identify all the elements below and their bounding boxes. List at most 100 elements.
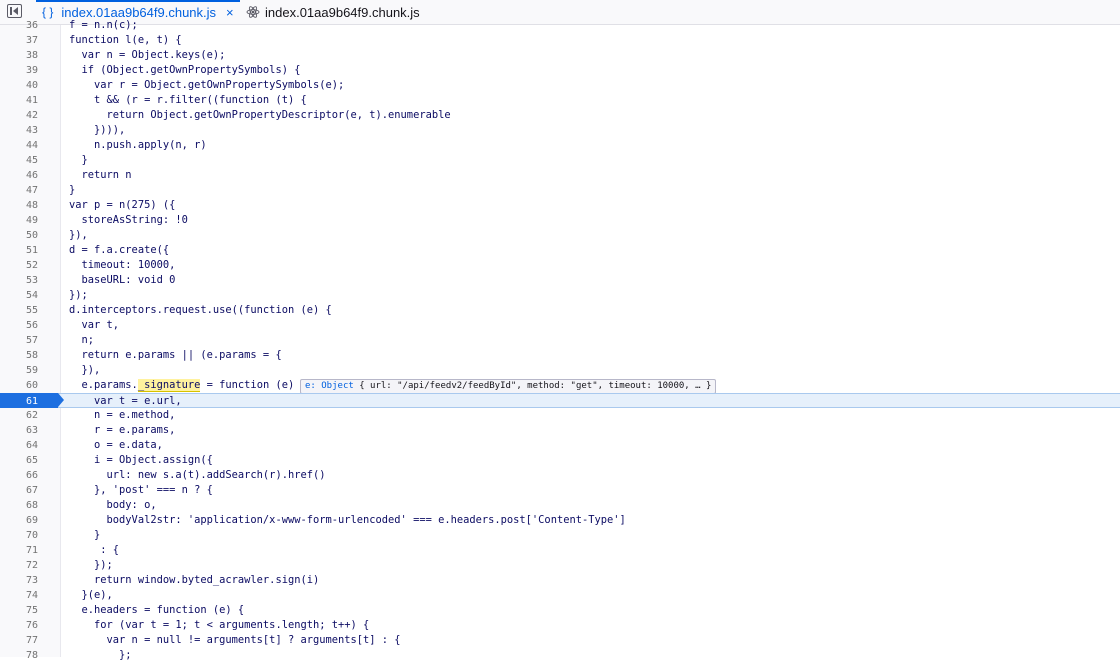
code-line[interactable]: 55 d.interceptors.request.use((function (… <box>0 303 1120 318</box>
code-line[interactable]: 54}); <box>0 288 1120 303</box>
line-number[interactable]: 47 <box>0 183 38 198</box>
line-number[interactable]: 63 <box>0 423 38 438</box>
code-line[interactable]: 76 for (var t = 1; t < arguments.length;… <box>0 618 1120 633</box>
line-number[interactable]: 44 <box>0 138 38 153</box>
code-line[interactable]: 69 bodyVal2str: 'application/x-www-form-… <box>0 513 1120 528</box>
code-line[interactable]: 37 function l(e, t) { <box>0 33 1120 48</box>
code-line[interactable]: 67 }, 'post' === n ? { <box>0 483 1120 498</box>
code-line[interactable]: 78 }; <box>0 648 1120 663</box>
code-text: var r = Object.getOwnPropertySymbols(e); <box>69 79 345 91</box>
line-number[interactable]: 53 <box>0 273 38 288</box>
code-line[interactable]: 62 n = e.method, <box>0 408 1120 423</box>
code-text: storeAsString: !0 <box>69 214 188 226</box>
code-text: } <box>69 184 76 196</box>
code-line[interactable]: 68 body: o, <box>0 498 1120 513</box>
code-line[interactable]: 47} <box>0 183 1120 198</box>
code-line[interactable]: 44 n.push.apply(n, r) <box>0 138 1120 153</box>
code-line[interactable]: 40 var r = Object.getOwnPropertySymbols(… <box>0 78 1120 93</box>
line-number[interactable]: 36 <box>0 18 38 33</box>
code-line[interactable]: 75 e.headers = function (e) { <box>0 603 1120 618</box>
code-line[interactable]: 49 storeAsString: !0 <box>0 213 1120 228</box>
code-line[interactable]: 51 d = f.a.create({ <box>0 243 1120 258</box>
code-line[interactable]: 46 return n <box>0 168 1120 183</box>
line-number[interactable]: 62 <box>0 408 38 423</box>
code-line[interactable]: 60 e.params._signature = function (e) {e… <box>0 378 1120 394</box>
code-line[interactable]: 65 i = Object.assign({ <box>0 453 1120 468</box>
code-line[interactable]: 41 t && (r = r.filter((function (t) { <box>0 93 1120 108</box>
highlighted-token[interactable]: _signature <box>137 379 201 392</box>
line-number[interactable]: 55 <box>0 303 38 318</box>
code-line[interactable]: 66 url: new s.a(t).addSearch(r).href() <box>0 468 1120 483</box>
code-line[interactable]: 48 var p = n(275) ({ <box>0 198 1120 213</box>
code-text: baseURL: void 0 <box>69 274 176 286</box>
code-line[interactable]: 63 r = e.params, <box>0 423 1120 438</box>
line-number[interactable]: 58 <box>0 348 38 363</box>
code-line[interactable]: 57 n; <box>0 333 1120 348</box>
line-number[interactable]: 64 <box>0 438 38 453</box>
line-number[interactable]: 60 <box>0 378 38 393</box>
code-line[interactable]: 36 f = n.n(c); <box>0 18 1120 33</box>
code-line[interactable]: 71 : { <box>0 543 1120 558</box>
line-number[interactable]: 46 <box>0 168 38 183</box>
line-number[interactable]: 75 <box>0 603 38 618</box>
line-number[interactable]: 41 <box>0 93 38 108</box>
code-line[interactable]: 74 }(e), <box>0 588 1120 603</box>
code-line[interactable]: 77 var n = null != arguments[t] ? argume… <box>0 633 1120 648</box>
line-number[interactable]: 52 <box>0 258 38 273</box>
line-number[interactable]: 48 <box>0 198 38 213</box>
line-number[interactable]: 43 <box>0 123 38 138</box>
line-number[interactable]: 61 <box>0 394 38 409</box>
code-line[interactable]: 43 }))), <box>0 123 1120 138</box>
inline-value-preview[interactable]: e: Object { url: "/api/feedv2/feedById",… <box>300 379 717 394</box>
line-number[interactable]: 76 <box>0 618 38 633</box>
code-line[interactable]: 58 return e.params || (e.params = { <box>0 348 1120 363</box>
toggle-sources-panel-icon[interactable] <box>7 4 22 18</box>
code-line[interactable]: 64 o = e.data, <box>0 438 1120 453</box>
code-line[interactable]: 72 }); <box>0 558 1120 573</box>
line-number[interactable]: 40 <box>0 78 38 93</box>
line-number[interactable]: 38 <box>0 48 38 63</box>
line-number[interactable]: 51 <box>0 243 38 258</box>
code-line[interactable]: 52 timeout: 10000, <box>0 258 1120 273</box>
line-number[interactable]: 78 <box>0 648 38 663</box>
line-number[interactable]: 50 <box>0 228 38 243</box>
line-number[interactable]: 39 <box>0 63 38 78</box>
line-number[interactable]: 69 <box>0 513 38 528</box>
line-number[interactable]: 65 <box>0 453 38 468</box>
line-number[interactable]: 54 <box>0 288 38 303</box>
code-text: }), <box>69 364 101 376</box>
line-number[interactable]: 70 <box>0 528 38 543</box>
code-line[interactable]: 45 } <box>0 153 1120 168</box>
code-line[interactable]: 59 }), <box>0 363 1120 378</box>
code-text: o = e.data, <box>69 439 163 451</box>
code-line[interactable]: 39 if (Object.getOwnPropertySymbols) { <box>0 63 1120 78</box>
code-line[interactable]: 70 } <box>0 528 1120 543</box>
code-line[interactable]: 73 return window.byted_acrawler.sign(i) <box>0 573 1120 588</box>
line-number[interactable]: 59 <box>0 363 38 378</box>
line-number[interactable]: 71 <box>0 543 38 558</box>
line-number[interactable]: 66 <box>0 468 38 483</box>
code-line[interactable]: 61 var t = e.url, <box>0 393 1120 408</box>
line-number[interactable]: 56 <box>0 318 38 333</box>
line-number[interactable]: 45 <box>0 153 38 168</box>
line-number[interactable]: 57 <box>0 333 38 348</box>
code-text: return e.params || (e.params = { <box>69 349 282 361</box>
code-text: var t, <box>69 319 120 331</box>
code-line[interactable]: 56 var t, <box>0 318 1120 333</box>
code-text: for (var t = 1; t < arguments.length; t+… <box>69 619 370 631</box>
code-line[interactable]: 42 return Object.getOwnPropertyDescripto… <box>0 108 1120 123</box>
code-text: }); <box>69 289 88 301</box>
line-number[interactable]: 67 <box>0 483 38 498</box>
line-number[interactable]: 42 <box>0 108 38 123</box>
line-number[interactable]: 37 <box>0 33 38 48</box>
line-number[interactable]: 49 <box>0 213 38 228</box>
line-number[interactable]: 77 <box>0 633 38 648</box>
line-number[interactable]: 72 <box>0 558 38 573</box>
code-line[interactable]: 50}), <box>0 228 1120 243</box>
code-line[interactable]: 38 var n = Object.keys(e); <box>0 48 1120 63</box>
line-number[interactable]: 74 <box>0 588 38 603</box>
code-line[interactable]: 53 baseURL: void 0 <box>0 273 1120 288</box>
code-editor[interactable]: 36 f = n.n(c); 37 function l(e, t) {38 var … <box>0 19 1120 661</box>
line-number[interactable]: 68 <box>0 498 38 513</box>
line-number[interactable]: 73 <box>0 573 38 588</box>
